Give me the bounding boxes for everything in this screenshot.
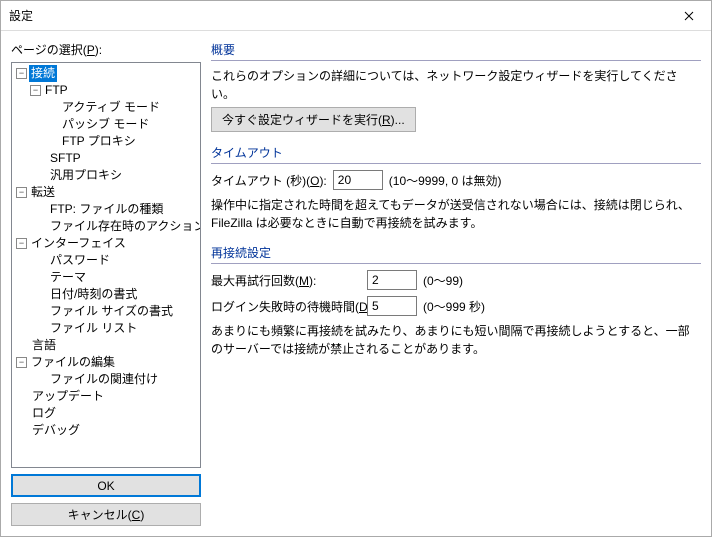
max-retries-label: 最大再試行回数(M): <box>211 272 361 289</box>
tree-item-size-format[interactable]: ファイル サイズの書式 <box>12 303 200 320</box>
tree-item-log[interactable]: ログ <box>12 405 200 422</box>
settings-panel: 概要 これらのオプションの詳細については、ネットワーク設定ウィザードを実行してく… <box>211 41 701 526</box>
timeout-input[interactable] <box>333 170 383 190</box>
reconnect-note: あまりにも頻繁に再接続を試みたり、あまりにも短い間隔で再接続しようとすると、一部… <box>211 322 701 358</box>
tree-item-password[interactable]: パスワード <box>12 252 200 269</box>
max-retries-hint: (0～99) <box>423 272 463 289</box>
tree-item-interface[interactable]: −インターフェイス パスワード テーマ 日付/時刻の書式 ファイル サイズの書式… <box>12 235 200 337</box>
tree-item-file-assoc[interactable]: ファイルの関連付け <box>12 371 200 388</box>
tree-item-generic-proxy[interactable]: 汎用プロキシ <box>12 167 200 184</box>
titlebar: 設定 <box>1 1 711 31</box>
tree-item-file-exists[interactable]: ファイル存在時のアクション <box>12 218 200 235</box>
wizard-button[interactable]: 今すぐ設定ウィザードを実行(R)... <box>211 107 416 132</box>
tree-item-theme[interactable]: テーマ <box>12 269 200 286</box>
collapse-icon[interactable]: − <box>16 238 27 249</box>
page-select-label: ページの選択(P): <box>11 41 201 58</box>
cancel-button[interactable]: キャンセル(C) <box>11 503 201 526</box>
timeout-label: タイムアウト (秒)(O): <box>211 172 327 189</box>
close-button[interactable] <box>666 1 711 30</box>
window-title: 設定 <box>9 7 666 24</box>
tree-item-ftp-proxy[interactable]: FTP プロキシ <box>12 133 200 150</box>
tree-item-file-editing[interactable]: −ファイルの編集 ファイルの関連付け <box>12 354 200 388</box>
tree-item-filetypes[interactable]: FTP: ファイルの種類 <box>12 201 200 218</box>
max-retries-input[interactable] <box>367 270 417 290</box>
tree-item-ftp[interactable]: −FTP アクティブ モード パッシブ モード FTP プロキシ <box>12 82 200 150</box>
timeout-title: タイムアウト <box>211 144 701 164</box>
retry-delay-label: ログイン失敗時の待機時間(D): <box>211 298 361 315</box>
overview-desc: これらのオプションの詳細については、ネットワーク設定ウィザードを実行してください… <box>211 67 701 103</box>
collapse-icon[interactable]: − <box>16 357 27 368</box>
page-tree[interactable]: −接続 −FTP アクティブ モード パッシブ モード FTP プロキシ <box>11 62 201 468</box>
tree-item-language[interactable]: 言語 <box>12 337 200 354</box>
tree-item-file-list[interactable]: ファイル リスト <box>12 320 200 337</box>
tree-item-date-format[interactable]: 日付/時刻の書式 <box>12 286 200 303</box>
reconnect-title: 再接続設定 <box>211 244 701 264</box>
retry-delay-input[interactable] <box>367 296 417 316</box>
retry-delay-hint: (0～999 秒) <box>423 298 485 315</box>
tree-item-passive-mode[interactable]: パッシブ モード <box>12 116 200 133</box>
reconnect-group: 再接続設定 最大再試行回数(M): (0～99) ログイン失敗時の待機時間(D)… <box>211 244 701 362</box>
tree-item-active-mode[interactable]: アクティブ モード <box>12 99 200 116</box>
collapse-icon[interactable]: − <box>16 187 27 198</box>
timeout-group: タイムアウト タイムアウト (秒)(O): (10～9999, 0 は無効) 操… <box>211 144 701 236</box>
tree-item-sftp[interactable]: SFTP <box>12 150 200 167</box>
collapse-icon[interactable]: − <box>30 85 41 96</box>
timeout-hint: (10～9999, 0 は無効) <box>389 172 502 189</box>
overview-group: 概要 これらのオプションの詳細については、ネットワーク設定ウィザードを実行してく… <box>211 41 701 136</box>
ok-button[interactable]: OK <box>11 474 201 497</box>
tree-item-connection[interactable]: −接続 −FTP アクティブ モード パッシブ モード FTP プロキシ <box>12 65 200 184</box>
overview-title: 概要 <box>211 41 701 61</box>
settings-window: 設定 ページの選択(P): −接続 −FTP アクティブ モード <box>0 0 712 537</box>
tree-item-debug[interactable]: デバッグ <box>12 422 200 439</box>
collapse-icon[interactable]: − <box>16 68 27 79</box>
tree-item-transfer[interactable]: −転送 FTP: ファイルの種類 ファイル存在時のアクション <box>12 184 200 235</box>
tree-item-update[interactable]: アップデート <box>12 388 200 405</box>
timeout-note: 操作中に指定された時間を超えてもデータが送受信されない場合には、接続は閉じられ、… <box>211 196 701 232</box>
close-icon <box>684 11 694 21</box>
